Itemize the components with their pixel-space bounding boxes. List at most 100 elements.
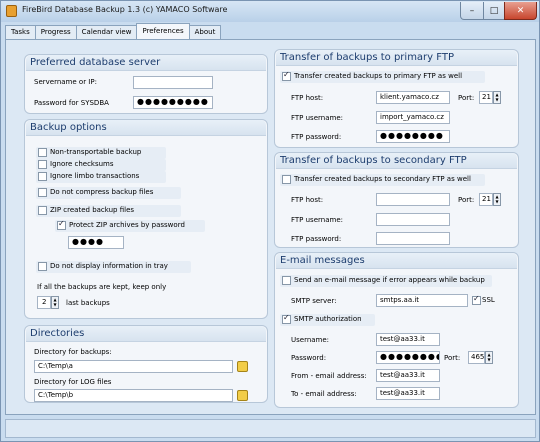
checkbox-label: Send an e-mail message if error appears …: [294, 276, 485, 284]
checkbox-label: Do not display information in tray: [50, 262, 168, 270]
checkbox-box[interactable]: [38, 172, 47, 181]
secondary-ftp-password-input[interactable]: [376, 232, 450, 245]
primary-ftp-username-label: FTP username:: [291, 114, 343, 122]
ssl-checkbox[interactable]: SSL: [470, 294, 500, 307]
primary-ftp-port-stepper[interactable]: ▲ ▼: [493, 91, 501, 104]
checkbox-box[interactable]: [57, 219, 66, 230]
log-dir-label: Directory for LOG files: [34, 378, 112, 386]
checkbox-box[interactable]: [282, 276, 291, 285]
primary-ftp-password-label: FTP password:: [291, 133, 342, 141]
primary-ftp-host-label: FTP host:: [291, 94, 324, 102]
no-tray-checkbox[interactable]: Do not display information in tray: [36, 261, 191, 273]
primary-ftp-username-input[interactable]: import_yamaco.cz: [376, 111, 450, 124]
checkbox-box[interactable]: [472, 294, 481, 305]
servername-label: Servername or IP:: [34, 78, 97, 86]
checkbox-label: Transfer created backups to primary FTP …: [294, 72, 463, 80]
protect-zip-checkbox[interactable]: Protect ZIP archives by password: [55, 219, 205, 232]
folder-icon[interactable]: [237, 390, 248, 401]
primary-ftp-port-label: Port:: [458, 94, 475, 102]
status-bar: [5, 419, 536, 438]
zip-backups-checkbox[interactable]: ZIP created backup files: [36, 205, 181, 217]
checkbox-box[interactable]: [282, 70, 291, 81]
secondary-ftp-password-label: FTP password:: [291, 235, 342, 243]
group-title: Directories: [26, 326, 266, 342]
checkbox-label: Transfer created backups to secondary FT…: [294, 175, 471, 183]
preferred-server-group: Preferred database server Servername or …: [24, 54, 268, 114]
no-compress-checkbox[interactable]: Do not compress backup files: [36, 187, 181, 199]
checkbox-label: Protect ZIP archives by password: [69, 221, 185, 229]
title-bar[interactable]: FireBird Database Backup 1.3 (c) YAMACO …: [1, 1, 539, 22]
keep-backups-label: If all the backups are kept, keep only: [37, 283, 167, 291]
tab-progress[interactable]: Progress: [34, 25, 77, 39]
secondary-ftp-host-label: FTP host:: [291, 196, 324, 204]
checkbox-label: Ignore checksums: [50, 160, 114, 168]
to-email-input[interactable]: test@aa33.it: [376, 387, 440, 400]
checkbox-label: SMTP authorization: [294, 315, 362, 323]
group-title: Transfer of backups to secondary FTP: [276, 153, 517, 169]
tab-preferences[interactable]: Preferences: [136, 23, 190, 39]
sysdba-password-input[interactable]: ●●●●●●●●●: [133, 96, 213, 109]
email-enable-checkbox[interactable]: Send an e-mail message if error appears …: [280, 275, 492, 287]
primary-ftp-password-input[interactable]: ●●●●●●●●: [376, 130, 450, 143]
tab-calendar-view[interactable]: Calendar view: [75, 25, 138, 39]
checkbox-label: ZIP created backup files: [50, 206, 135, 214]
sysdba-password-label: Password for SYSDBA: [34, 99, 109, 107]
checkbox-box[interactable]: [38, 160, 47, 169]
maximize-button[interactable]: □: [483, 2, 505, 20]
minimize-button[interactable]: –: [460, 2, 484, 20]
checkbox-box[interactable]: [38, 148, 47, 157]
checkbox-label: Do not compress backup files: [50, 188, 154, 196]
servername-input[interactable]: [133, 76, 213, 89]
backup-dir-input[interactable]: C:\Temp\a: [34, 360, 233, 373]
primary-ftp-host-input[interactable]: klient.yamaco.cz: [376, 91, 450, 104]
folder-icon[interactable]: [237, 361, 248, 372]
checkbox-box[interactable]: [282, 175, 291, 184]
ignore-limbo-checkbox[interactable]: Ignore limbo transactions: [36, 171, 166, 183]
group-title: E-mail messages: [276, 253, 517, 269]
smtp-port-stepper[interactable]: ▲ ▼: [485, 351, 493, 364]
smtp-port-input[interactable]: 465: [468, 351, 485, 364]
primary-ftp-port-input[interactable]: 21: [479, 91, 493, 104]
tab-tasks[interactable]: Tasks: [5, 25, 36, 39]
keep-backups-input[interactable]: 2: [37, 296, 51, 309]
ignore-checksums-checkbox[interactable]: Ignore checksums: [36, 159, 166, 171]
secondary-ftp-port-stepper[interactable]: ▲ ▼: [493, 193, 501, 206]
group-title: Backup options: [26, 120, 266, 136]
group-title: Preferred database server: [26, 55, 266, 71]
group-title: Transfer of backups to primary FTP: [276, 50, 517, 66]
backup-dir-label: Directory for backups:: [34, 348, 112, 356]
secondary-ftp-port-label: Port:: [458, 196, 475, 204]
preferences-page: Preferred database server Servername or …: [5, 39, 536, 415]
secondary-ftp-username-input[interactable]: [376, 213, 450, 226]
app-window: FireBird Database Backup 1.3 (c) YAMACO …: [0, 0, 540, 442]
smtp-password-label: Password:: [291, 354, 327, 362]
checkbox-box[interactable]: [38, 206, 47, 215]
secondary-ftp-group: Transfer of backups to secondary FTP Tra…: [274, 152, 519, 248]
secondary-ftp-username-label: FTP username:: [291, 216, 343, 224]
keep-backups-stepper[interactable]: ▲ ▼: [51, 296, 59, 309]
checkbox-box[interactable]: [38, 262, 47, 271]
primary-ftp-group: Transfer of backups to primary FTP Trans…: [274, 49, 519, 148]
checkbox-box[interactable]: [38, 188, 47, 197]
primary-ftp-enable-checkbox[interactable]: Transfer created backups to primary FTP …: [280, 70, 485, 83]
secondary-ftp-port-input[interactable]: 21: [479, 193, 493, 206]
smtp-password-input[interactable]: ●●●●●●●●●●: [376, 351, 440, 364]
smtp-port-label: Port:: [444, 354, 461, 362]
from-email-input[interactable]: test@aa33.it: [376, 369, 440, 382]
zip-password-input[interactable]: ●●●●: [68, 236, 124, 249]
backup-options-group: Backup options Non-transportable backup …: [24, 119, 268, 319]
smtp-auth-checkbox[interactable]: SMTP authorization: [280, 313, 375, 326]
close-button[interactable]: ✕: [504, 2, 537, 20]
from-email-label: From - email address:: [291, 372, 367, 380]
smtp-server-input[interactable]: smtps.aa.it: [376, 294, 468, 307]
window-title: FireBird Database Backup 1.3 (c) YAMACO …: [22, 5, 228, 14]
secondary-ftp-enable-checkbox[interactable]: Transfer created backups to secondary FT…: [280, 174, 485, 186]
to-email-label: To - email address:: [291, 390, 357, 398]
tab-bar: Tasks Progress Calendar view Preferences…: [5, 23, 222, 39]
tab-about[interactable]: About: [188, 25, 222, 39]
non-transportable-checkbox[interactable]: Non-transportable backup: [36, 147, 166, 159]
checkbox-box[interactable]: [282, 313, 291, 324]
log-dir-input[interactable]: C:\Temp\b: [34, 389, 233, 402]
smtp-username-input[interactable]: test@aa33.it: [376, 333, 440, 346]
secondary-ftp-host-input[interactable]: [376, 193, 450, 206]
